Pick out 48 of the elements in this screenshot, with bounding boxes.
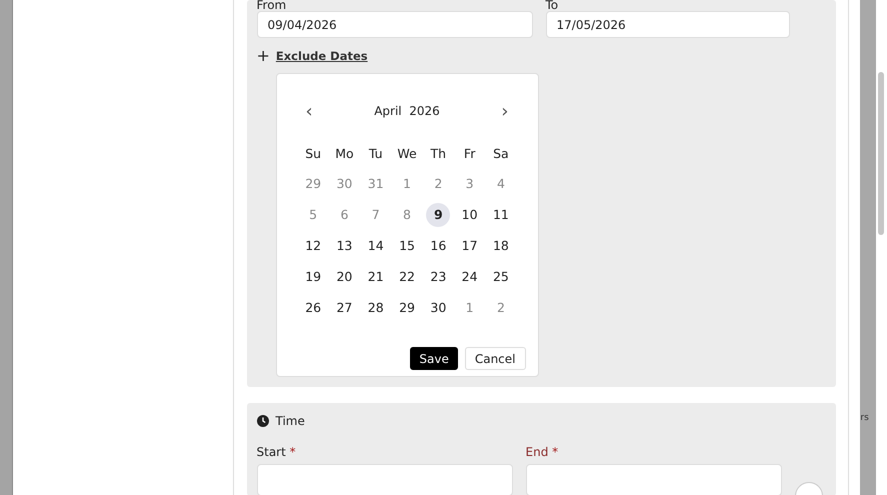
calendar-day[interactable]: 16: [426, 234, 450, 258]
field-label: End *: [526, 445, 560, 459]
calendar-day[interactable]: 30: [426, 296, 450, 320]
previous-month-button[interactable]: ‹: [306, 100, 313, 122]
next-month-button[interactable]: ›: [501, 100, 508, 122]
field-label: To: [546, 0, 560, 11]
calendar-day[interactable]: 25: [488, 264, 513, 288]
save-button[interactable]: Save: [410, 347, 458, 370]
calendar-day[interactable]: 14: [364, 234, 388, 258]
calendar-day[interactable]: 27: [332, 296, 356, 320]
cancel-button[interactable]: Cancel: [464, 347, 526, 370]
field-label: Start *: [256, 445, 297, 459]
calendar-day[interactable]: 12: [301, 234, 326, 258]
calendar-day[interactable]: 15: [395, 234, 420, 258]
calendar-day[interactable]: 24: [458, 264, 482, 288]
weekday-label: Su: [304, 145, 322, 163]
calendar-day[interactable]: 13: [332, 234, 356, 258]
calendar-day[interactable]: 18: [488, 234, 513, 258]
calendar-day[interactable]: 21: [364, 264, 388, 288]
calendar-day[interactable]: 28: [364, 296, 388, 320]
weekday-label: Sa: [492, 145, 510, 163]
exclude-dates-link[interactable]: Exclude Dates: [276, 49, 368, 63]
input-field[interactable]: 09/04/2026: [256, 11, 532, 38]
calendar-day[interactable]: 22: [395, 264, 420, 288]
calendar-day[interactable]: 17: [458, 234, 482, 258]
background-text: rs: [860, 413, 869, 423]
input-field[interactable]: [526, 464, 782, 495]
plus-icon: +: [256, 49, 270, 63]
calendar-day[interactable]: 11: [488, 202, 513, 226]
calendar-day[interactable]: 23: [426, 264, 450, 288]
weekday-label: Tu: [368, 145, 384, 163]
input-field[interactable]: 17/05/2026: [546, 11, 790, 38]
weekday-label: We: [396, 145, 418, 163]
weekday-label: Th: [430, 145, 448, 163]
month-title: April 2026: [374, 104, 440, 118]
field-label: From: [256, 0, 288, 11]
section-title: Time: [276, 414, 305, 428]
input-field[interactable]: [256, 464, 512, 495]
calendar-day[interactable]: 26: [301, 296, 326, 320]
calendar-day[interactable]: 20: [332, 264, 356, 288]
clock-icon: [256, 414, 268, 426]
calendar-day[interactable]: 10: [458, 202, 482, 226]
calendar-day[interactable]: 9: [426, 202, 450, 226]
scrollbar-thumb[interactable]: [878, 72, 884, 235]
weekday-label: Mo: [334, 145, 355, 163]
weekday-label: Fr: [462, 145, 476, 163]
calendar-day[interactable]: 19: [301, 264, 326, 288]
calendar-day[interactable]: 29: [395, 296, 420, 320]
